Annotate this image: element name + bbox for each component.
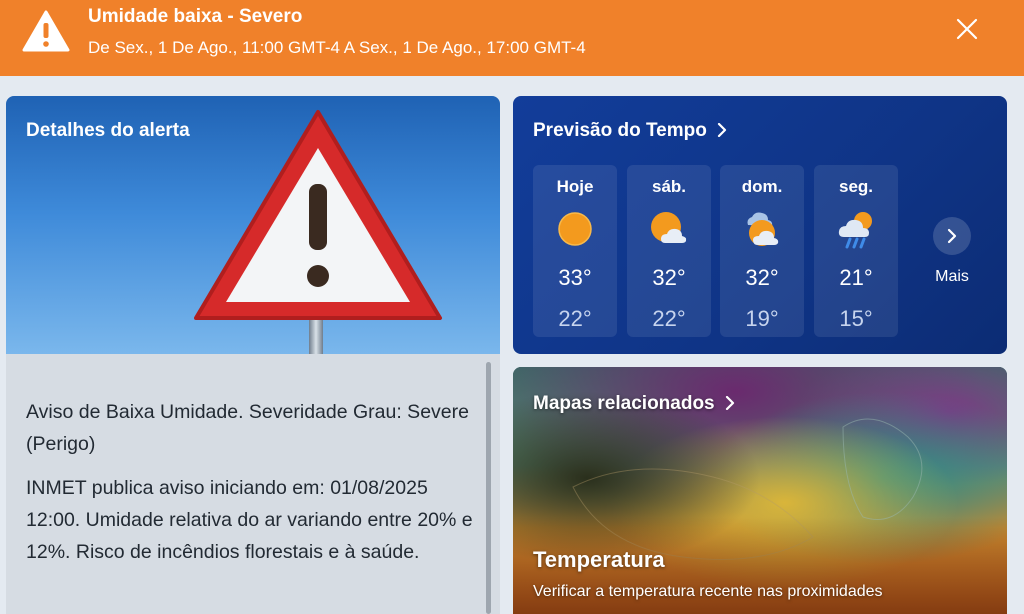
map-layer-title: Temperatura xyxy=(533,547,665,572)
day-low-temp: 22° xyxy=(652,306,686,331)
alert-period: De Sex., 1 De Ago., 11:00 GMT-4 A Sex., … xyxy=(88,38,586,57)
day-low-temp: 22° xyxy=(558,306,592,331)
alert-description: Aviso de Baixa Umidade. Severidade Grau:… xyxy=(26,396,476,580)
more-days-label[interactable]: Mais xyxy=(927,268,977,286)
alert-description-paragraph: Aviso de Baixa Umidade. Severidade Grau:… xyxy=(26,401,469,455)
forecast-day[interactable]: Hoje 33° 22° xyxy=(533,165,617,337)
forecast-day[interactable]: sáb. 32° 22° xyxy=(627,165,711,337)
day-name: seg. xyxy=(838,177,874,196)
alert-title: Umidade baixa - Severo xyxy=(88,6,303,27)
day-low-temp: 15° xyxy=(839,306,873,331)
forecast-title-link[interactable]: Previsão do Tempo xyxy=(533,120,728,142)
day-name: sáb. xyxy=(651,177,687,196)
rain-showers-icon xyxy=(838,212,872,249)
partly-sunny-icon xyxy=(651,212,687,243)
alert-banner: Umidade baixa - Severo De Sex., 1 De Ago… xyxy=(0,0,1024,76)
mostly-cloudy-icon xyxy=(747,212,779,246)
alert-details-title: Detalhes do alerta xyxy=(26,120,190,141)
map-layer-subtitle: Verificar a temperatura recente nas prox… xyxy=(533,583,883,600)
warning-triangle-icon xyxy=(22,10,70,52)
related-maps-title: Mapas relacionados xyxy=(533,393,715,414)
chevron-right-icon xyxy=(718,122,727,138)
day-high-temp: 21° xyxy=(839,265,873,290)
chevron-right-icon xyxy=(947,228,957,244)
day-high-temp: 33° xyxy=(558,265,592,290)
chevron-right-icon xyxy=(725,395,735,411)
day-name: Hoje xyxy=(556,177,594,196)
related-maps-card[interactable]: Mapas relacionados Temperatura Verificar… xyxy=(513,367,1007,614)
forecast-day[interactable]: dom. 32° 19° xyxy=(720,165,804,337)
close-icon[interactable] xyxy=(952,14,982,44)
alert-description-paragraph: INMET publica aviso iniciando em: 01/08/… xyxy=(26,477,473,563)
forecast-card: Previsão do Tempo Hoje 33° 22° sáb. 32° … xyxy=(513,96,1007,354)
day-low-temp: 19° xyxy=(745,306,779,331)
related-maps-title-link[interactable]: Mapas relacionados xyxy=(533,393,736,415)
details-scrollbar[interactable] xyxy=(486,362,491,614)
alert-details-card: Detalhes do alerta Aviso de Baixa Umidad… xyxy=(6,96,500,614)
more-days-button[interactable] xyxy=(933,217,971,255)
forecast-title: Previsão do Tempo xyxy=(533,120,707,141)
forecast-day[interactable]: seg. 21° 15° xyxy=(814,165,898,337)
day-high-temp: 32° xyxy=(652,265,686,290)
day-high-temp: 32° xyxy=(745,265,779,290)
day-name: dom. xyxy=(741,177,783,196)
sunny-icon xyxy=(558,212,592,246)
